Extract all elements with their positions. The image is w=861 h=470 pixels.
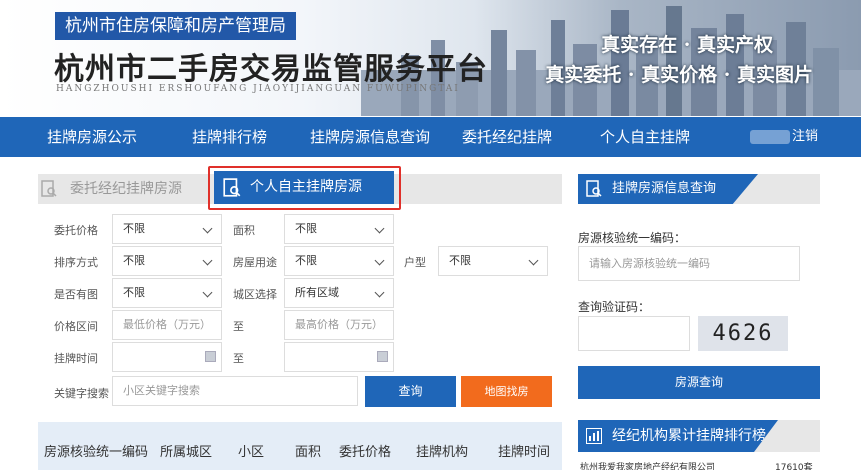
ranking-title-text: 经纪机构累计挂牌排行榜 <box>612 428 766 444</box>
info-query-title: 挂牌房源信息查询 <box>578 174 758 204</box>
has-image-select[interactable]: 不限 <box>112 278 222 308</box>
area-label: 面积 <box>233 224 255 237</box>
column-header: 挂牌机构 <box>416 445 469 460</box>
usage-label: 房屋用途 <box>233 256 277 269</box>
column-header: 挂牌时间 <box>498 445 551 460</box>
listing-time-to: 至 <box>233 352 244 365</box>
tab-personal-listing-label: 个人自主挂牌房源 <box>250 179 362 195</box>
verify-code-label: 房源核验统一编码： <box>578 231 687 245</box>
ranking-row-name[interactable]: 杭州我爱我家房地产经纪有限公司 <box>580 460 715 470</box>
chevron-down-icon <box>374 255 385 266</box>
keyword-search-input[interactable]: 小区关键字搜索 <box>112 376 358 406</box>
has-image-value: 不限 <box>123 286 145 299</box>
column-header: 房源核验统一编码 <box>44 445 149 460</box>
nav-personal-listing[interactable]: 个人自主挂牌 <box>600 117 690 157</box>
slogan-line-1: 真实存在 · 真实产权 <box>601 34 773 56</box>
nav-listing-query[interactable]: 挂牌房源信息查询 <box>310 117 430 157</box>
bureau-label: 杭州市住房保障和房产管理局 <box>55 12 296 40</box>
area-select[interactable]: 不限 <box>284 214 394 244</box>
bar-chart-icon <box>586 428 602 444</box>
keyword-label: 关键字搜索 <box>54 387 109 400</box>
document-search-icon <box>41 180 57 197</box>
column-header: 面积 <box>295 445 322 460</box>
document-search-icon <box>223 178 241 197</box>
calendar-icon[interactable] <box>205 351 216 362</box>
captcha-input[interactable] <box>578 316 690 351</box>
usage-select[interactable]: 不限 <box>284 246 394 276</box>
username-blurred <box>750 130 790 144</box>
platform-pinyin: HANGZHOUSHI ERSHOUFANG JIAOYIJIANGUAN FU… <box>56 84 460 94</box>
ranking-row-value: 17610套 <box>775 463 813 470</box>
house-type-value: 不限 <box>449 254 471 267</box>
chevron-down-icon <box>374 223 385 234</box>
sort-value: 不限 <box>123 254 145 267</box>
column-header: 所属城区 <box>160 445 213 460</box>
house-type-select[interactable]: 不限 <box>438 246 548 276</box>
commission-price-select[interactable]: 不限 <box>112 214 222 244</box>
ranking-title: 经纪机构累计挂牌排行榜 <box>578 420 778 452</box>
sort-select[interactable]: 不限 <box>112 246 222 276</box>
captcha-label: 查询验证码： <box>578 300 651 314</box>
column-header: 小区 <box>238 445 265 460</box>
district-label: 城区选择 <box>233 288 277 301</box>
house-type-label: 户型 <box>404 256 426 269</box>
area-value: 不限 <box>295 222 317 235</box>
verify-code-input[interactable]: 请输入房源核验统一编码 <box>578 246 800 281</box>
chevron-down-icon <box>202 255 213 266</box>
slogan-line-2: 真实委托 · 真实价格 · 真实图片 <box>545 64 813 86</box>
min-price-input[interactable]: 最低价格（万元） <box>112 310 222 340</box>
tab-agent-listing-label: 委托经纪挂牌房源 <box>70 181 182 197</box>
district-select[interactable]: 所有区域 <box>284 278 394 308</box>
document-search-icon <box>586 180 602 197</box>
chevron-down-icon <box>202 223 213 234</box>
max-price-input[interactable]: 最高价格（万元） <box>284 310 394 340</box>
logout-link[interactable]: 注销 <box>792 117 818 157</box>
price-range-to: 至 <box>233 320 244 333</box>
tab-personal-listing[interactable]: 个人自主挂牌房源 <box>214 171 394 204</box>
query-button[interactable]: 查询 <box>365 376 456 407</box>
commission-price-label: 委托价格 <box>54 224 98 237</box>
listing-time-start-input[interactable] <box>112 342 222 372</box>
nav-listing-public[interactable]: 挂牌房源公示 <box>47 117 137 157</box>
platform-title: 杭州市二手房交易监管服务平台 <box>54 52 488 87</box>
calendar-icon[interactable] <box>377 351 388 362</box>
column-header: 委托价格 <box>339 445 392 460</box>
captcha-image[interactable]: 4626 <box>698 316 788 351</box>
listing-time-end-input[interactable] <box>284 342 394 372</box>
price-range-label: 价格区间 <box>54 320 98 333</box>
sort-label: 排序方式 <box>54 256 98 269</box>
chevron-down-icon <box>202 287 213 298</box>
map-search-button[interactable]: 地图找房 <box>461 376 552 407</box>
nav-listing-ranking[interactable]: 挂牌排行榜 <box>192 117 267 157</box>
district-value: 所有区域 <box>295 286 339 299</box>
tab-agent-listing[interactable]: 委托经纪挂牌房源 <box>38 174 182 204</box>
has-image-label: 是否有图 <box>54 288 98 301</box>
nav-agent-listing[interactable]: 委托经纪挂牌 <box>462 117 552 157</box>
site-header: 杭州市住房保障和房产管理局 杭州市二手房交易监管服务平台 HANGZHOUSHI… <box>0 0 861 116</box>
info-query-title-text: 挂牌房源信息查询 <box>612 181 717 196</box>
main-nav: 挂牌房源公示 挂牌排行榜 挂牌房源信息查询 委托经纪挂牌 个人自主挂牌 注销 <box>0 117 861 157</box>
chevron-down-icon <box>528 255 539 266</box>
listing-time-label: 挂牌时间 <box>54 352 98 365</box>
usage-value: 不限 <box>295 254 317 267</box>
chevron-down-icon <box>374 287 385 298</box>
commission-price-value: 不限 <box>123 222 145 235</box>
listing-query-button[interactable]: 房源查询 <box>578 366 820 399</box>
